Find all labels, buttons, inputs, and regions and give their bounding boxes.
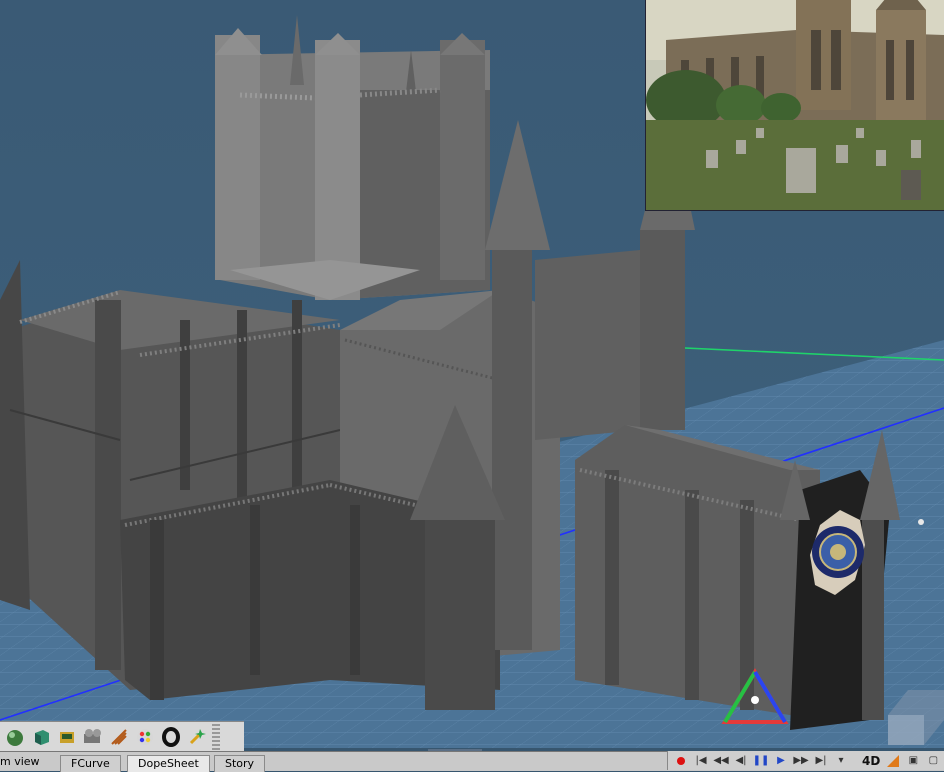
playback-controls: |◀ ◀◀ ◀| ❚❚ ▶ ▶▶ ▶| ▾ 4D ▣ ▢	[667, 751, 944, 770]
tool-palette	[0, 721, 244, 752]
snap-icon[interactable]	[886, 754, 900, 768]
close-window-icon[interactable]: ▢	[926, 754, 940, 768]
step-back-icon[interactable]: ◀◀	[713, 754, 728, 768]
palette-tool-icon[interactable]	[132, 724, 157, 750]
particle-tool-icon[interactable]	[106, 724, 131, 750]
reference-photo	[645, 0, 944, 211]
options-dropdown-icon[interactable]: ▾	[834, 754, 848, 768]
view-label: m view	[0, 755, 40, 768]
ring-tool-icon[interactable]	[158, 724, 183, 750]
sphere-tool-icon[interactable]	[2, 724, 27, 750]
mode-label[interactable]: 4D	[862, 754, 880, 768]
3d-viewport[interactable]	[0, 0, 944, 748]
tab-story[interactable]: Story	[214, 755, 266, 772]
light-tool-icon[interactable]	[184, 724, 209, 750]
restore-window-icon[interactable]: ▣	[906, 754, 920, 768]
light-marker[interactable]	[918, 519, 924, 525]
prev-frame-icon[interactable]: ◀|	[734, 754, 748, 768]
go-to-end-icon[interactable]: ▶|	[814, 754, 828, 768]
cube-tool-icon[interactable]	[28, 724, 53, 750]
tab-fcurve[interactable]: FCurve	[60, 755, 121, 772]
camera-tool-icon[interactable]	[80, 724, 105, 750]
go-to-start-icon[interactable]: |◀	[694, 754, 708, 768]
step-forward-icon[interactable]: ▶▶	[793, 754, 808, 768]
record-icon[interactable]	[674, 754, 688, 768]
pause-icon[interactable]: ❚❚	[753, 754, 770, 768]
tab-dopesheet[interactable]: DopeSheet	[127, 755, 210, 772]
material-tool-icon[interactable]	[54, 724, 79, 750]
play-icon[interactable]: ▶	[774, 754, 788, 768]
toolbar-grip[interactable]	[212, 724, 220, 750]
